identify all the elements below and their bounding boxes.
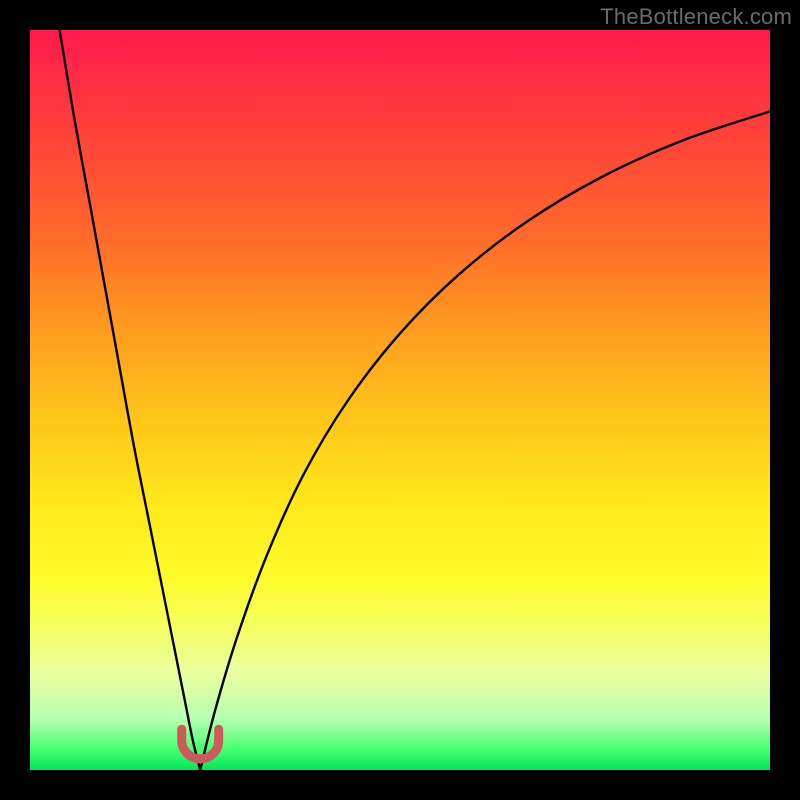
right-branch-curve [200, 111, 770, 770]
watermark-text: TheBottleneck.com [600, 4, 792, 30]
minimum-marker [182, 729, 219, 759]
plot-area [30, 30, 770, 770]
curve-layer [30, 30, 770, 770]
left-branch-curve [60, 30, 201, 770]
chart-frame: TheBottleneck.com [0, 0, 800, 800]
